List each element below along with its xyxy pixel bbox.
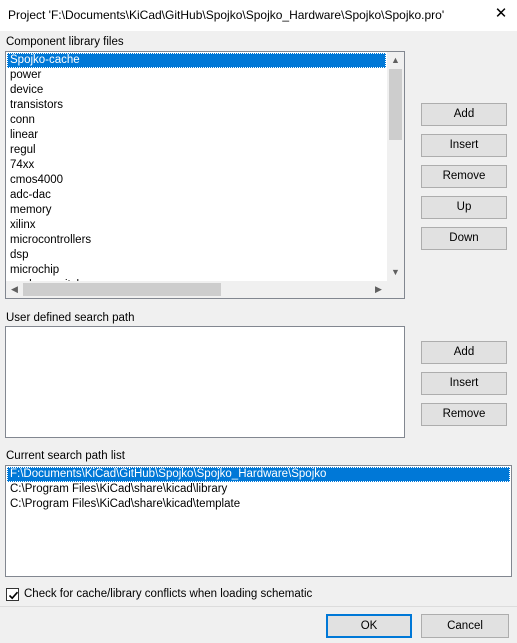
scroll-down-icon[interactable]: ▼ bbox=[387, 264, 404, 281]
checkmark-icon bbox=[8, 591, 19, 600]
check-conflicts-label[interactable]: Check for cache/library conflicts when l… bbox=[24, 588, 312, 600]
search-path-list-item[interactable]: C:\Program Files\KiCad\share\kicad\templ… bbox=[7, 497, 510, 512]
insert-path-button[interactable]: Insert bbox=[421, 372, 507, 395]
library-list-item[interactable]: transistors bbox=[7, 98, 386, 113]
search-path-list-item[interactable]: F:\Documents\KiCad\GitHub\Spojko\Spojko_… bbox=[7, 467, 510, 482]
close-icon[interactable]: ✕ bbox=[493, 5, 509, 23]
user-search-path-label: User defined search path bbox=[6, 312, 135, 324]
library-list-vertical-scrollbar[interactable]: ▲ ▼ bbox=[387, 52, 404, 281]
down-library-button[interactable]: Down bbox=[421, 227, 507, 250]
library-list-item[interactable]: linear bbox=[7, 128, 386, 143]
up-library-button[interactable]: Up bbox=[421, 196, 507, 219]
scroll-left-icon[interactable]: ◀ bbox=[6, 281, 23, 298]
footer-divider bbox=[0, 606, 517, 607]
library-list-item[interactable]: 74xx bbox=[7, 158, 386, 173]
insert-library-button[interactable]: Insert bbox=[421, 134, 507, 157]
library-list-horizontal-scrollbar[interactable]: ◀ ▶ bbox=[6, 281, 387, 298]
current-search-path-label: Current search path list bbox=[6, 450, 125, 462]
vertical-scroll-thumb[interactable] bbox=[389, 69, 402, 140]
scrollbar-corner bbox=[387, 281, 404, 298]
library-list-item[interactable]: Spojko-cache bbox=[7, 53, 386, 68]
window-title: Project 'F:\Documents\KiCad\GitHub\Spojk… bbox=[8, 8, 445, 22]
add-library-button[interactable]: Add bbox=[421, 103, 507, 126]
current-search-path-list[interactable]: F:\Documents\KiCad\GitHub\Spojko\Spojko_… bbox=[5, 465, 512, 577]
scroll-right-icon[interactable]: ▶ bbox=[370, 281, 387, 298]
library-list-item[interactable]: device bbox=[7, 83, 386, 98]
title-bar: Project 'F:\Documents\KiCad\GitHub\Spojk… bbox=[0, 0, 517, 31]
library-list-item[interactable]: microcontrollers bbox=[7, 233, 386, 248]
horizontal-scroll-thumb[interactable] bbox=[23, 283, 221, 296]
library-list-item[interactable]: xilinx bbox=[7, 218, 386, 233]
library-list-item[interactable]: memory bbox=[7, 203, 386, 218]
library-list-item[interactable]: dsp bbox=[7, 248, 386, 263]
component-library-list[interactable]: Spojko-cache power device transistors conn li… bbox=[5, 51, 405, 299]
library-list-item[interactable]: cmos4000 bbox=[7, 173, 386, 188]
remove-path-button[interactable]: Remove bbox=[421, 403, 507, 426]
component-libraries-label: Component library files bbox=[6, 36, 124, 48]
library-list-item[interactable]: microchip bbox=[7, 263, 386, 278]
library-list-item[interactable]: adc-dac bbox=[7, 188, 386, 203]
user-search-path-list[interactable] bbox=[5, 326, 405, 438]
library-list-item[interactable]: power bbox=[7, 68, 386, 83]
library-list-item[interactable]: conn bbox=[7, 113, 386, 128]
check-conflicts-checkbox[interactable] bbox=[6, 588, 19, 601]
add-path-button[interactable]: Add bbox=[421, 341, 507, 364]
scroll-up-icon[interactable]: ▲ bbox=[387, 52, 404, 69]
remove-library-button[interactable]: Remove bbox=[421, 165, 507, 188]
library-list-item[interactable]: regul bbox=[7, 143, 386, 158]
ok-button[interactable]: OK bbox=[326, 614, 412, 638]
search-path-list-item[interactable]: C:\Program Files\KiCad\share\kicad\libra… bbox=[7, 482, 510, 497]
cancel-button[interactable]: Cancel bbox=[421, 614, 509, 638]
